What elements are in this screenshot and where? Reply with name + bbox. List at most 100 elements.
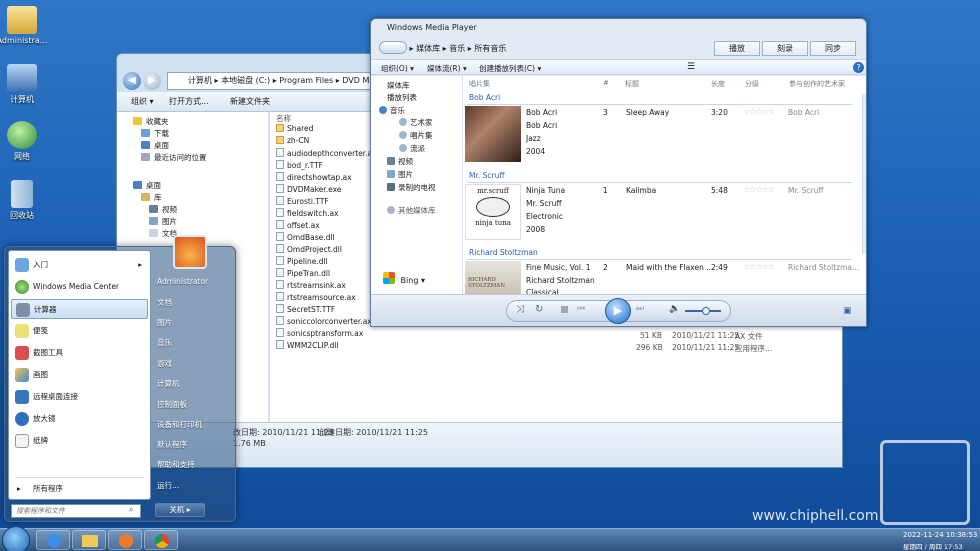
organize-menu[interactable]: 组织(O) ▾ bbox=[381, 63, 414, 74]
nav-favorites[interactable]: 收藏夹 bbox=[133, 116, 169, 127]
crumb-music[interactable]: 音乐 bbox=[449, 44, 465, 53]
play-button[interactable]: ▶ bbox=[605, 298, 631, 324]
file-row[interactable]: audiodepthconverter.ax bbox=[276, 148, 377, 158]
nav-albums[interactable]: 唱片集 bbox=[399, 130, 433, 141]
back-button[interactable]: ◀ bbox=[123, 72, 141, 90]
start-item-magnifier[interactable]: 放大镜 bbox=[11, 409, 148, 429]
start-right-devices-printers[interactable]: 设备和打印机 bbox=[157, 419, 202, 430]
switch-to-now-playing-icon[interactable]: ▣ bbox=[843, 306, 852, 316]
nav-playlists[interactable]: 播放列表 bbox=[387, 92, 417, 103]
nav-artists[interactable]: 艺术家 bbox=[399, 117, 433, 128]
nav-desktop[interactable]: 桌面 bbox=[141, 140, 169, 151]
nav-media-library[interactable]: 媒体库 bbox=[387, 80, 410, 91]
group-header-bob-acri[interactable]: Bob Acri bbox=[469, 93, 500, 102]
clock-time[interactable]: 2022-11-24 10:38:53 bbox=[903, 531, 977, 539]
start-right-games[interactable]: 游戏 bbox=[157, 358, 172, 369]
file-row[interactable]: DVDMaker.exe bbox=[276, 184, 341, 194]
organize-button[interactable]: 组织 ▾ bbox=[131, 96, 154, 107]
tab-play[interactable]: 播放 bbox=[714, 41, 760, 56]
start-right-computer[interactable]: 计算机 bbox=[157, 378, 180, 389]
file-row[interactable]: WMM2CLIP.dll bbox=[276, 340, 338, 350]
file-row[interactable]: Shared bbox=[276, 124, 313, 133]
file-row[interactable]: soniccolorconverter.ax bbox=[276, 316, 372, 326]
column-album[interactable]: 唱片集 bbox=[469, 79, 490, 89]
track-title[interactable]: Maid with the Flaxen ... bbox=[626, 263, 713, 272]
start-right-music[interactable]: 音乐 bbox=[157, 337, 172, 348]
view-options-icon[interactable]: ☰ bbox=[687, 62, 695, 72]
nav-downloads[interactable]: 下载 bbox=[141, 128, 169, 139]
nav-videos[interactable]: 视频 bbox=[149, 204, 177, 215]
nav-music[interactable]: 音乐 bbox=[379, 105, 405, 116]
column-title[interactable]: 标题 bbox=[625, 79, 639, 89]
forward-button[interactable]: ▶ bbox=[143, 72, 161, 90]
volume-icon[interactable]: 🔈 bbox=[669, 304, 680, 314]
file-row[interactable]: fieldswitch.ax bbox=[276, 208, 339, 218]
shutdown-button[interactable]: 关机 ▸ bbox=[155, 503, 205, 517]
repeat-icon[interactable]: ↻ bbox=[535, 304, 543, 315]
taskbar-chrome[interactable] bbox=[144, 530, 178, 550]
bing-button[interactable]: Bing ▾ bbox=[383, 272, 425, 285]
nav-libraries[interactable]: 库 bbox=[141, 192, 162, 203]
create-playlist-menu[interactable]: 创建播放列表(C) ▾ bbox=[479, 63, 541, 74]
start-right-run[interactable]: 运行... bbox=[157, 480, 179, 491]
column-contributing-artist[interactable]: 参与创作的艺术家 bbox=[789, 79, 845, 89]
taskbar-ie[interactable] bbox=[36, 530, 70, 550]
column-rating[interactable]: 分级 bbox=[745, 79, 759, 89]
tab-sync[interactable]: 同步 bbox=[810, 41, 856, 56]
taskbar-wmp[interactable] bbox=[108, 530, 142, 550]
start-item-remote-desktop[interactable]: 远程桌面连接 bbox=[11, 387, 148, 407]
crumb-library[interactable]: 媒体库 bbox=[416, 44, 440, 53]
track-title[interactable]: Kalimba bbox=[626, 186, 656, 195]
shuffle-icon[interactable]: ⤨ bbox=[516, 304, 524, 315]
start-right-default-programs[interactable]: 默认程序 bbox=[157, 439, 187, 450]
nav-recorded-tv[interactable]: 录制的电视 bbox=[387, 182, 436, 193]
start-right-control-panel[interactable]: 控制面板 bbox=[157, 399, 187, 410]
album-art-bob-acri[interactable] bbox=[465, 106, 521, 162]
nav-pictures[interactable]: 图片 bbox=[149, 216, 177, 227]
start-search-input[interactable]: 搜索程序和文件 bbox=[11, 504, 141, 518]
help-icon[interactable]: ? bbox=[853, 62, 864, 73]
start-right-help[interactable]: 帮助和支持 bbox=[157, 459, 195, 470]
start-item-media-center[interactable]: Windows Media Center bbox=[11, 277, 148, 297]
scrollbar[interactable] bbox=[862, 94, 866, 254]
column-number[interactable]: # bbox=[603, 79, 609, 87]
address-box[interactable]: 计算机 ▸ 本地磁盘 (C:) ▸ Program Files ▸ DVD Ma… bbox=[167, 72, 377, 90]
start-item-solitaire[interactable]: 纸牌 bbox=[11, 431, 148, 451]
open-with-button[interactable]: 打开方式... bbox=[169, 96, 209, 107]
rating-stars[interactable]: ☆☆☆☆☆ bbox=[743, 107, 775, 116]
column-length[interactable]: 长度 bbox=[711, 79, 725, 89]
start-button[interactable] bbox=[2, 526, 30, 551]
rating-stars[interactable]: ☆☆☆☆☆ bbox=[743, 262, 775, 271]
desktop-icon-recycle[interactable]: 回收站 bbox=[0, 180, 50, 221]
file-row[interactable]: SecretST.TTF bbox=[276, 304, 335, 314]
track-title[interactable]: Sleep Away bbox=[626, 108, 669, 117]
file-row[interactable]: directshowtap.ax bbox=[276, 172, 352, 182]
nav-pictures[interactable]: 图片 bbox=[387, 169, 413, 180]
column-header-name[interactable]: 名称 bbox=[276, 113, 291, 124]
start-right-user[interactable]: Administrator bbox=[157, 277, 208, 286]
file-row[interactable]: rtstreamsource.ax bbox=[276, 292, 356, 302]
tab-burn[interactable]: 刻录 bbox=[762, 41, 808, 56]
file-row[interactable]: offset.ax bbox=[276, 220, 320, 230]
start-right-documents[interactable]: 文档 bbox=[157, 297, 172, 308]
start-item-sticky-notes[interactable]: 便笺 bbox=[11, 321, 148, 341]
start-item-calculator[interactable]: 计算器 bbox=[11, 299, 148, 319]
file-row[interactable]: zh-CN bbox=[276, 136, 309, 145]
back-forward-icon[interactable] bbox=[379, 41, 407, 54]
file-row[interactable]: OmdProject.dll bbox=[276, 244, 342, 254]
stream-menu[interactable]: 媒体流(R) ▾ bbox=[427, 63, 467, 74]
desktop-icon-admin[interactable]: Administra... bbox=[0, 6, 50, 45]
taskbar-explorer[interactable] bbox=[72, 530, 106, 550]
start-item-getting-started[interactable]: 入门 ▸ bbox=[11, 255, 148, 275]
all-programs[interactable]: ▸ 所有程序 bbox=[11, 479, 148, 499]
album-art-ninja-tuna[interactable]: mr.scruff ninja tuna bbox=[465, 184, 521, 240]
next-icon[interactable]: ⏭ bbox=[636, 304, 644, 314]
stop-icon[interactable] bbox=[561, 306, 568, 313]
file-row[interactable]: Pipeline.dll bbox=[276, 256, 328, 266]
file-row[interactable]: OmdBase.dll bbox=[276, 232, 335, 242]
file-row[interactable]: rtstreamsink.ax bbox=[276, 280, 346, 290]
nav-other-libraries[interactable]: 其他媒体库 bbox=[387, 205, 436, 216]
crumb-all-music[interactable]: 所有音乐 bbox=[474, 44, 506, 53]
desktop-icon-network[interactable]: 网络 bbox=[0, 121, 50, 162]
start-item-snipping-tool[interactable]: 截图工具 bbox=[11, 343, 148, 363]
